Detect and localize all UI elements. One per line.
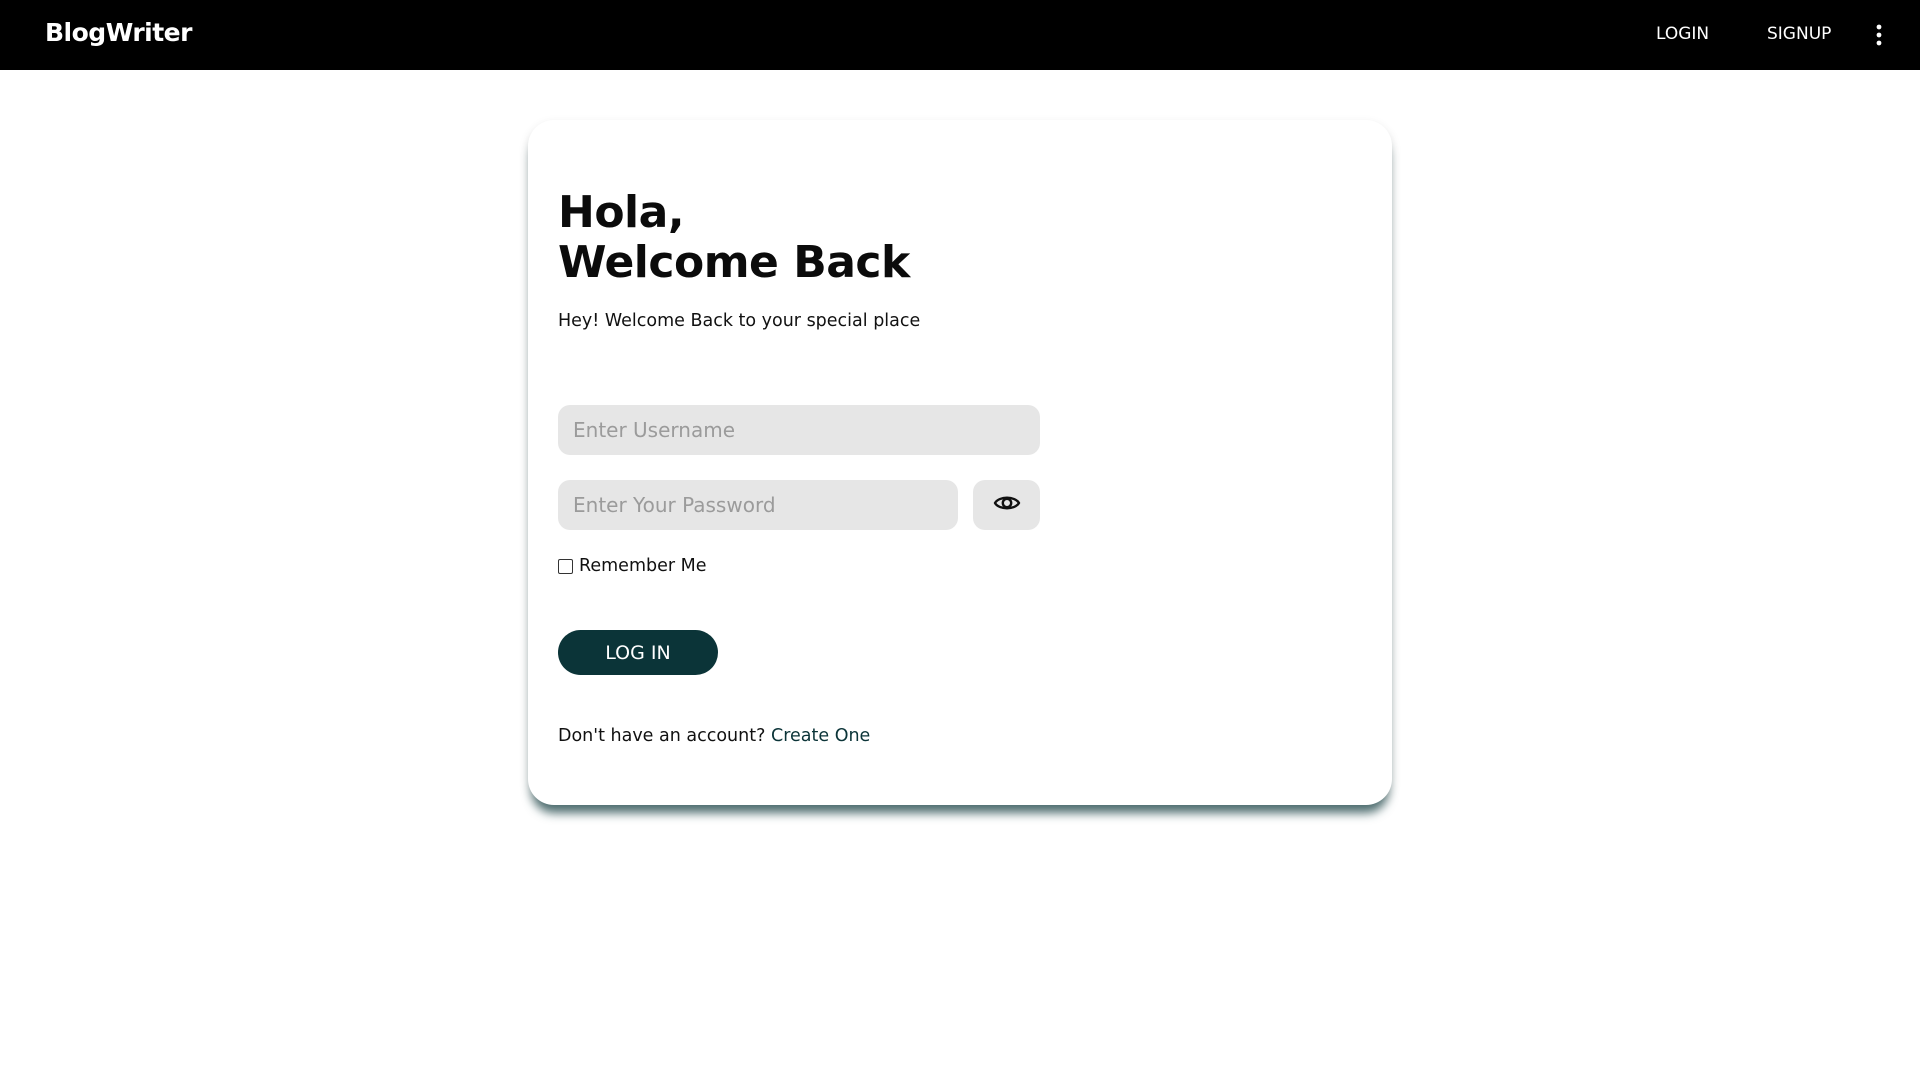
eye-icon: [993, 493, 1021, 517]
password-input[interactable]: [558, 480, 958, 530]
heading-line-1: Hola,: [558, 187, 685, 238]
username-input[interactable]: [558, 405, 1040, 455]
signup-prompt: Don't have an account? Create One: [558, 726, 870, 746]
top-navbar: BlogWriter LOGIN SIGNUP: [0, 0, 1920, 70]
more-vertical-icon[interactable]: [1872, 24, 1886, 46]
nav-login-link[interactable]: LOGIN: [1656, 24, 1709, 44]
create-account-link[interactable]: Create One: [771, 726, 870, 746]
heading-line-2: Welcome Back: [558, 237, 910, 288]
brand-logo[interactable]: BlogWriter: [45, 18, 192, 47]
nav-signup-link[interactable]: SIGNUP: [1767, 24, 1831, 44]
remember-me-row: Remember Me: [558, 556, 707, 576]
remember-me-checkbox[interactable]: [558, 558, 573, 574]
login-button[interactable]: LOG IN: [558, 630, 718, 675]
show-password-button[interactable]: [973, 480, 1040, 530]
page-title: Hola, Welcome Back: [558, 188, 910, 288]
subtitle-text: Hey! Welcome Back to your special place: [558, 311, 921, 331]
remember-me-label[interactable]: Remember Me: [579, 556, 707, 576]
login-card: Hola, Welcome Back Hey! Welcome Back to …: [528, 120, 1392, 805]
signup-prompt-text: Don't have an account?: [558, 726, 766, 746]
